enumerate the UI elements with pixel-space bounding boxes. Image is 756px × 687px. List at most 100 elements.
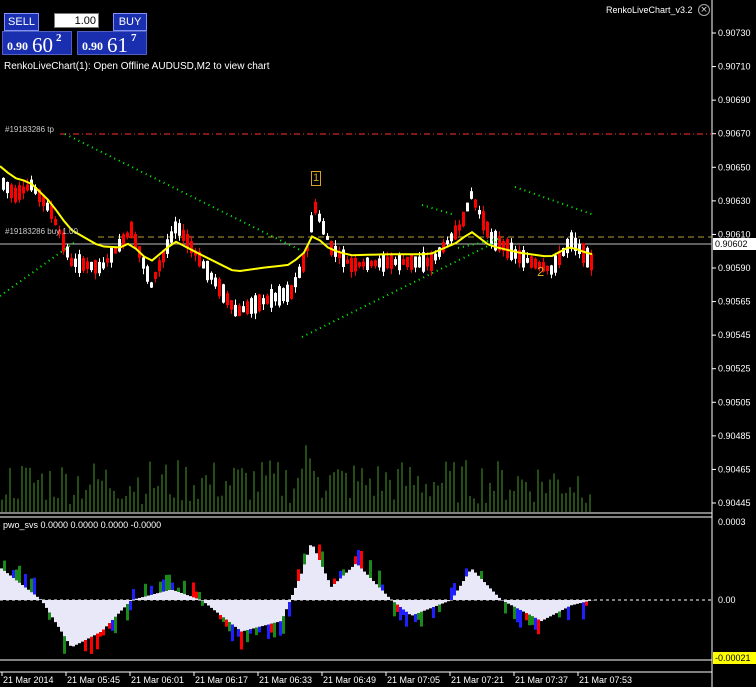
oscillator-bar [501, 600, 504, 601]
oscillator-highlight [558, 611, 561, 618]
oscillator-highlight [504, 602, 507, 614]
time-tick-label: 21 Mar 06:01 [131, 675, 184, 685]
time-tick-label: 21 Mar 06:49 [323, 675, 376, 685]
candle-body [358, 262, 361, 267]
oscillator-highlight [270, 623, 273, 633]
oscillator-highlight [303, 553, 306, 565]
oscillator-highlight [168, 574, 171, 590]
candle-body [414, 256, 417, 268]
oscillator-bar [429, 600, 432, 609]
price-tick-label: 0.90505 [718, 397, 751, 407]
trend-dots-3 [421, 204, 456, 216]
oscillator-bar [561, 600, 564, 611]
oscillator-bar [444, 600, 447, 603]
candle-body [270, 289, 273, 308]
oscillator-highlight [273, 622, 276, 638]
oscillator-bar [474, 572, 477, 600]
oscillator-bar [54, 600, 57, 623]
close-icon[interactable]: × [698, 4, 710, 16]
oscillator-bar [99, 600, 102, 633]
buy-price-display[interactable]: 0.90 61 7 [77, 31, 147, 57]
oscillator-highlight [171, 582, 174, 590]
oscillator-bar [81, 600, 84, 642]
oscillator-highlight [420, 611, 423, 627]
oscillator-bar [303, 564, 306, 600]
oscillator-bar [255, 600, 258, 628]
candle-body [246, 301, 249, 314]
oscillator-bar [66, 600, 69, 642]
chart-canvas[interactable]: 0.907300.907100.906900.906700.906500.906… [0, 0, 756, 687]
oscillator-bar [267, 600, 270, 625]
oscillator-highlight [240, 631, 243, 650]
oscillator-bar [498, 597, 501, 600]
sell-button[interactable]: SELL [4, 13, 39, 31]
oscillator-bar [210, 600, 213, 608]
candle-body [526, 258, 529, 263]
oscillator-bar [48, 600, 51, 613]
candle-body [66, 246, 69, 258]
oscillator-bar [411, 600, 414, 616]
oscillator-bar [396, 600, 399, 605]
oscillator-bar [57, 600, 60, 627]
oscillator-bar [141, 597, 144, 600]
lot-size-input[interactable] [54, 13, 99, 28]
chart-info-text: RenkoLiveChart(1): Open Offline AUDUSD,M… [4, 61, 270, 72]
candle-body [286, 284, 289, 302]
candle-body [570, 232, 573, 248]
chart-title: RenkoLiveChart_v3.2 [606, 5, 693, 15]
oscillator-bar [264, 600, 267, 626]
oscillator-bar [483, 582, 486, 600]
oscillator-bar [357, 565, 360, 600]
oscillator-highlight [267, 624, 270, 640]
oscillator-bar [456, 590, 459, 600]
oscillator-highlight [228, 622, 231, 632]
oscillator-bar [183, 594, 186, 600]
buy-button[interactable]: BUY [113, 13, 147, 31]
candle-body [242, 306, 245, 313]
oscillator-bar [333, 583, 336, 600]
oscillator-highlight [396, 604, 399, 613]
candle-body [154, 271, 157, 279]
oscillator-bar [564, 600, 567, 609]
oscillator-highlight [237, 629, 240, 637]
oscillator-highlight [195, 591, 198, 599]
oscillator-highlight [30, 578, 33, 593]
oscillator-bar [402, 600, 405, 610]
oscillator-bar [369, 577, 372, 600]
oscillator-bar [321, 566, 324, 600]
oscillator-highlight [48, 612, 51, 620]
oscillator-bar [258, 600, 261, 627]
price-tick-label: 0.90465 [718, 464, 751, 474]
oscillator-highlight [585, 601, 588, 606]
price-tick-label: 0.90670 [718, 129, 751, 139]
oscillator-bar [573, 600, 576, 605]
candle-body [50, 205, 53, 219]
oscillator-bar [549, 600, 552, 617]
oscillator-highlight [519, 610, 522, 628]
sell-price-display[interactable]: 0.90 60 2 [2, 31, 72, 57]
oscillator-bar [126, 600, 129, 605]
oscillator-bar [240, 600, 243, 632]
oscillator-highlight [417, 613, 420, 620]
candle-body [382, 253, 385, 272]
oscillator-highlight [222, 617, 225, 623]
candle-body [458, 224, 461, 231]
indicator-current-label: -0.00021 [715, 653, 751, 663]
oscillator-bar [147, 595, 150, 600]
candle-body [42, 196, 45, 207]
candle-body [530, 256, 533, 268]
oscillator-bar [180, 592, 183, 600]
oscillator-bar [342, 575, 345, 600]
candle-body [350, 257, 353, 273]
price-tick-label: 0.90545 [718, 330, 751, 340]
oscillator-bar [519, 600, 522, 611]
oscillator-bar [195, 598, 198, 600]
time-tick-label: 21 Mar 07:21 [451, 675, 504, 685]
oscillator-bar [30, 592, 33, 600]
candle-body [418, 256, 421, 268]
oscillator-highlight [84, 640, 87, 652]
oscillator-bar [471, 569, 474, 600]
oscillator-bar [69, 600, 72, 646]
oscillator-highlight [381, 584, 384, 591]
time-tick-label: 21 Mar 06:17 [195, 675, 248, 685]
